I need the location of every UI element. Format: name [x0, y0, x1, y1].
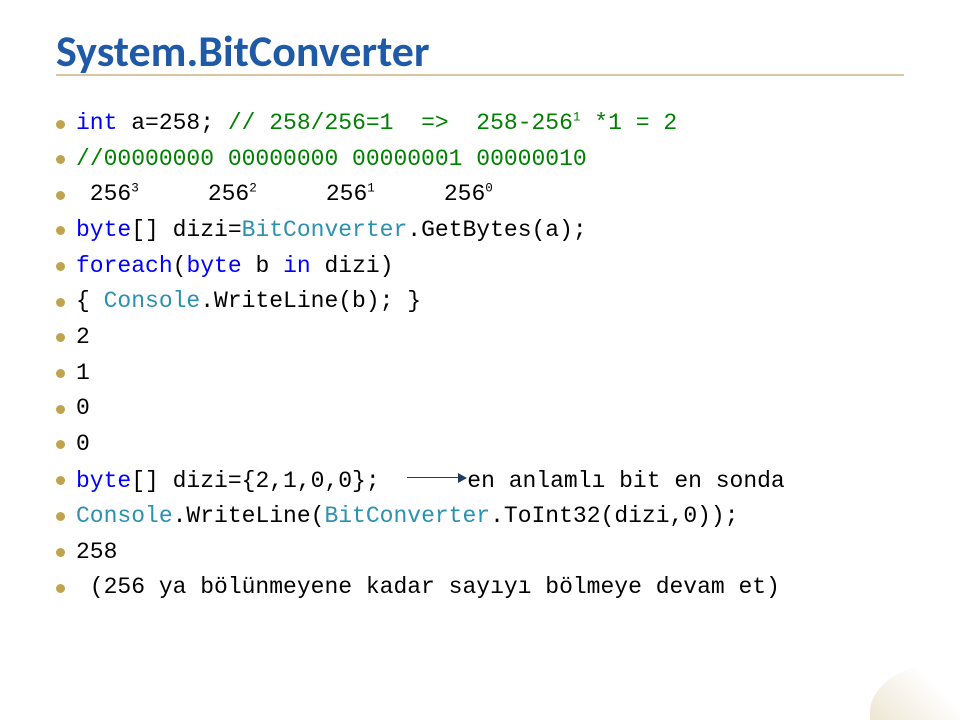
code-block: int a=258; // 258/256=1 => 258-2561 *1 =…	[56, 106, 904, 606]
comment: //00000000 00000000 00000001 00000010	[76, 146, 587, 172]
superscript: 2	[249, 181, 257, 196]
text: (256 ya bölünmeyene kadar sayıyı bölmeye…	[76, 574, 780, 600]
type: Console	[76, 503, 173, 529]
slide-title: System.BitConverter	[56, 28, 904, 76]
text: en anlamlı bit en sonda	[467, 468, 784, 494]
code-line: //00000000 00000000 00000001 00000010	[56, 142, 904, 178]
keyword: byte	[186, 253, 241, 279]
code-line: byte[] dizi=BitConverter.GetBytes(a);	[56, 213, 904, 249]
text: .GetBytes(a);	[407, 217, 586, 243]
code-line: int a=258; // 258/256=1 => 258-2561 *1 =…	[56, 106, 904, 142]
code-line: 1	[56, 356, 904, 392]
type: Console	[104, 288, 201, 314]
text: dizi)	[311, 253, 394, 279]
code-line: 0	[56, 427, 904, 463]
keyword: byte	[76, 217, 131, 243]
text: 1	[76, 360, 90, 386]
arrow-icon	[407, 461, 467, 497]
text: a=258;	[117, 110, 227, 136]
code-line: 0	[56, 391, 904, 427]
type: BitConverter	[242, 217, 408, 243]
type: BitConverter	[324, 503, 490, 529]
superscript: 1	[573, 110, 581, 125]
slide: System.BitConverter int a=258; // 258/25…	[0, 0, 960, 720]
text: .ToInt32(dizi,0));	[490, 503, 738, 529]
text: 2563 2562 2561 2560	[76, 181, 493, 207]
text: 2	[76, 324, 90, 350]
superscript: 0	[485, 181, 493, 196]
text: [] dizi=	[131, 217, 241, 243]
keyword: byte	[76, 468, 131, 494]
code-line: foreach(byte b in dizi)	[56, 249, 904, 285]
superscript: 1	[367, 181, 375, 196]
keyword: int	[76, 110, 117, 136]
text: (	[173, 253, 187, 279]
slide-content: int a=258; // 258/256=1 => 258-2561 *1 =…	[56, 84, 904, 606]
text: [] dizi={2,1,0,0};	[131, 468, 379, 494]
code-line: 2	[56, 320, 904, 356]
text: .WriteLine(b); }	[200, 288, 421, 314]
comment: // 258/256=1 => 258-2561 *1 = 2	[228, 110, 677, 136]
text: 0	[76, 395, 90, 421]
code-line: 258	[56, 535, 904, 571]
keyword: foreach	[76, 253, 173, 279]
code-line: (256 ya bölünmeyene kadar sayıyı bölmeye…	[56, 570, 904, 606]
text: b	[242, 253, 283, 279]
code-line: byte[] dizi={2,1,0,0}; en anlamlı bit en…	[56, 463, 904, 500]
text: {	[76, 288, 104, 314]
text: .WriteLine(	[173, 503, 325, 529]
code-line: { Console.WriteLine(b); }	[56, 284, 904, 320]
text: 258	[76, 539, 117, 565]
code-line: 2563 2562 2561 2560	[56, 177, 904, 213]
keyword: in	[283, 253, 311, 279]
corner-decoration	[870, 662, 960, 720]
code-line: Console.WriteLine(BitConverter.ToInt32(d…	[56, 499, 904, 535]
text: 0	[76, 431, 90, 457]
superscript: 3	[131, 181, 139, 196]
